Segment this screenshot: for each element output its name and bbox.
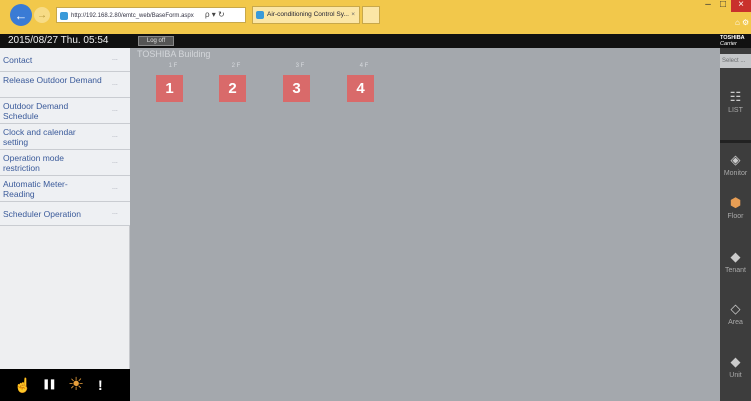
browser-tab[interactable]: Air-conditioning Control Sy... × [252,6,360,24]
floor-label: 3 F [295,63,305,69]
menu-item-label: Operation mode restriction [3,153,64,173]
view-area-button[interactable]: ◇ Area [720,301,751,327]
back-button[interactable]: ← [10,4,32,26]
unit-icon: ◆ [730,354,741,369]
browser-toolbar: ← → http://192.168.2.80/emtc_web/BaseFor… [0,0,751,34]
arrow-left-icon: ← [14,7,28,23]
menu-item-operation-mode-restriction[interactable]: Operation mode restriction ... [0,150,130,176]
view-label: LIST [728,107,743,114]
log-off-button[interactable]: Log off [138,36,174,46]
page-favicon-icon [60,12,68,20]
address-controls[interactable]: ρ ▾ ↻ [205,7,225,23]
forward-button[interactable]: → [34,7,50,23]
menu-item-label: Release Outdoor Demand [3,75,102,85]
menu-item-dots: ... [112,55,118,62]
menu-item-label: Automatic Meter-Reading [3,179,68,199]
floor-icon: ⬢ [729,195,742,210]
new-tab-button[interactable] [362,6,380,24]
menu-item-label: Outdoor Demand Schedule [3,101,69,121]
tenant-icon: ◆ [730,249,741,264]
view-label: Unit [729,372,742,379]
floor-3: 3 F 3 [283,63,323,102]
alert-icon[interactable]: ! [98,378,103,392]
brand-line-2: Carrier [720,41,737,47]
floor-button-4[interactable]: 4 [347,75,374,102]
view-tenant-button[interactable]: ◆ Tenant [720,249,751,275]
menu-item-contact[interactable]: Contact ... [0,48,130,72]
floor-label: 4 F [359,63,369,69]
view-list-button[interactable]: ☷ LIST [720,89,751,115]
view-monitor-button[interactable]: ◈ Monitor [720,152,751,178]
monitor-icon: ◈ [730,152,741,167]
floor-2: 2 F 2 [219,63,259,102]
view-unit-button[interactable]: ◆ Unit [720,354,751,380]
browser-tools-icons[interactable]: ⌂ ⚙ [735,18,749,27]
view-label: Tenant [724,267,747,274]
floor-label: 2 F [231,63,241,69]
brand-logo: TOSHIBA Carrier [720,35,745,47]
floor-1: 1 F 1 [156,63,196,102]
menu-item-label: Scheduler Operation [3,209,81,219]
close-window-button[interactable]: × [731,0,751,12]
bottom-toolbar: ☝ ❚❚ ☀ ! [0,369,130,401]
sun-icon[interactable]: ☀ [68,375,84,393]
hand-pointer-icon[interactable]: ☝ [14,378,31,392]
menu-item-scheduler-operation[interactable]: Scheduler Operation ... [0,202,130,226]
menu-item-clock-calendar[interactable]: Clock and calendar setting ... [0,124,130,150]
menu-item-dots: ... [112,106,118,113]
floor-button-3[interactable]: 3 [283,75,310,102]
menu-item-label: Contact [3,55,33,65]
tab-favicon-icon [256,11,264,19]
floor-button-2[interactable]: 2 [219,75,246,102]
floor-4: 4 F 4 [347,63,387,102]
arrow-right-icon: → [37,9,47,21]
area-icon: ◇ [730,301,741,316]
date-time: 2015/08/27 Thu. 05:54 [8,35,109,46]
view-label: Monitor [723,170,748,177]
menu-item-dots: ... [112,184,118,191]
menu-item-dots: ... [112,158,118,165]
menu-item-release-outdoor-demand[interactable]: Release Outdoor Demand ... [0,72,130,98]
pause-icon[interactable]: ❚❚ [42,378,57,392]
view-floor-button[interactable]: ⬢ Floor [720,195,751,221]
menu-item-dots: ... [112,132,118,139]
tab-title: Air-conditioning Control Sy... [267,11,349,18]
minimize-button[interactable]: – [701,0,715,12]
menu-item-label: Clock and calendar setting [3,127,76,147]
building-title: TOSHIBA Building [137,49,211,59]
app-header: 2015/08/27 Thu. 05:54 Log off TOSHIBA Ca… [0,34,751,48]
maximize-button[interactable]: □ [716,0,730,12]
view-label: Area [728,319,743,326]
menu-item-dots: ... [112,80,118,87]
menu-item-dots: ... [112,209,118,216]
floor-label: 1 F [168,63,178,69]
list-icon: ☷ [729,89,742,104]
menu-item-outdoor-demand-schedule[interactable]: Outdoor Demand Schedule ... [0,98,130,124]
address-text: http://192.168.2.80/emtc_web/BaseForm.as… [71,13,194,19]
floor-button-1[interactable]: 1 [156,75,183,102]
view-label: Floor [727,213,744,220]
panel-divider [720,140,751,143]
menu-item-automatic-meter-reading[interactable]: Automatic Meter-Reading ... [0,176,130,202]
select-dropdown[interactable]: Select ... [720,54,751,68]
tab-close-icon[interactable]: × [351,7,355,23]
